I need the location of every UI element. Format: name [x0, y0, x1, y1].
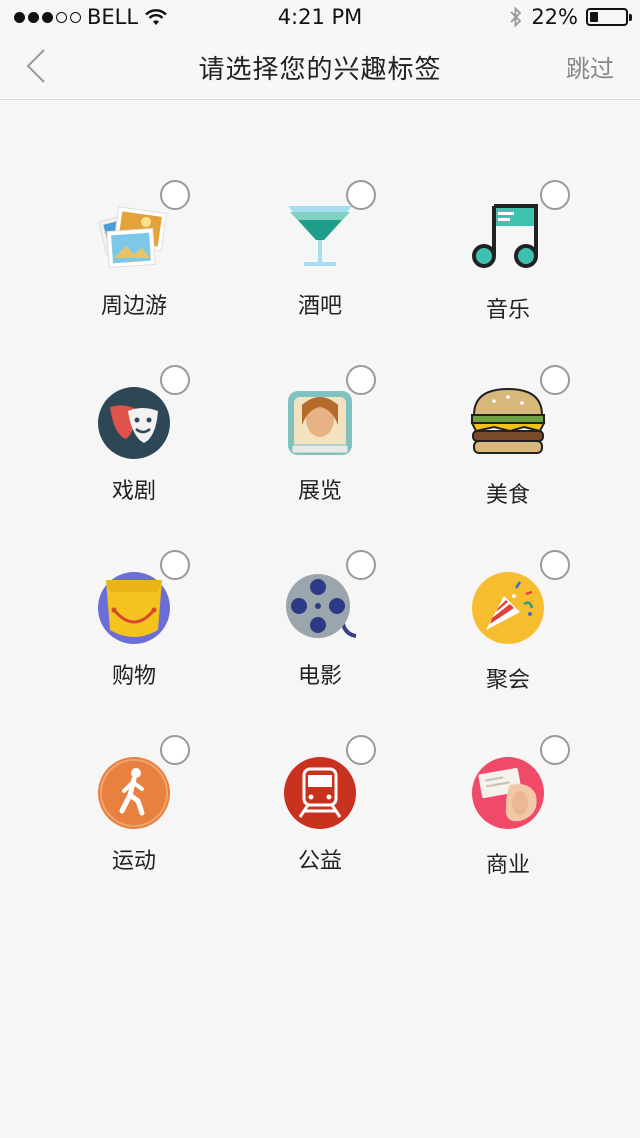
tag-item-sports[interactable]: 运动 — [74, 735, 194, 895]
select-checkbox[interactable] — [160, 735, 190, 765]
select-checkbox[interactable] — [160, 180, 190, 210]
theater-masks-icon — [96, 385, 172, 461]
tag-label: 购物 — [111, 664, 156, 689]
tag-item-bar[interactable]: 酒吧 — [260, 180, 380, 340]
tag-label: 周边游 — [100, 294, 167, 319]
tag-item-charity[interactable]: 公益 — [260, 735, 380, 895]
music-note-icon — [470, 200, 546, 276]
tag-item-food[interactable]: 美食 — [448, 365, 570, 525]
walking-person-icon — [96, 755, 172, 831]
tag-label: 公益 — [297, 849, 342, 874]
party-popper-icon — [470, 570, 546, 646]
select-checkbox[interactable] — [540, 180, 570, 210]
tag-label: 展览 — [297, 479, 342, 504]
tag-item-music[interactable]: 音乐 — [448, 180, 570, 340]
select-checkbox[interactable] — [540, 365, 570, 395]
tag-label: 聚会 — [485, 668, 530, 693]
photos-icon — [96, 200, 172, 276]
tag-item-business[interactable]: 商业 — [448, 735, 570, 895]
tag-label: 音乐 — [485, 298, 530, 323]
business-card-icon — [470, 755, 546, 831]
tag-item-movie[interactable]: 电影 — [260, 550, 380, 710]
battery-icon — [586, 8, 632, 26]
page-title: 请选择您的兴趣标签 — [198, 55, 442, 85]
select-checkbox[interactable] — [160, 365, 190, 395]
tag-label: 运动 — [111, 849, 156, 874]
tag-item-travel[interactable]: 周边游 — [74, 180, 194, 340]
navigation-bar: 请选择您的兴趣标签 跳过 — [0, 34, 640, 100]
select-checkbox[interactable] — [346, 180, 376, 210]
tag-label: 商业 — [485, 853, 530, 878]
select-checkbox[interactable] — [346, 550, 376, 580]
tag-item-party[interactable]: 聚会 — [448, 550, 570, 710]
tag-label: 酒吧 — [297, 294, 342, 319]
bluetooth-icon — [510, 6, 522, 28]
tag-label: 美食 — [485, 483, 530, 508]
exhibition-portrait-icon — [282, 385, 358, 461]
tag-item-drama[interactable]: 戏剧 — [74, 365, 194, 525]
cocktail-icon — [282, 200, 358, 276]
burger-icon — [470, 385, 546, 461]
battery-percent: 22% — [531, 5, 578, 29]
tag-label: 戏剧 — [111, 479, 156, 504]
select-checkbox[interactable] — [540, 550, 570, 580]
select-checkbox[interactable] — [346, 365, 376, 395]
status-bar: BELL 4:21 PM 22% — [0, 0, 640, 34]
tag-item-exhibition[interactable]: 展览 — [260, 365, 380, 525]
select-checkbox[interactable] — [540, 735, 570, 765]
film-reel-icon — [282, 570, 358, 646]
tag-label: 电影 — [297, 664, 342, 689]
select-checkbox[interactable] — [160, 550, 190, 580]
select-checkbox[interactable] — [346, 735, 376, 765]
tag-item-shopping[interactable]: 购物 — [74, 550, 194, 710]
skip-button[interactable]: 跳过 — [566, 49, 614, 84]
shopping-bag-icon — [96, 570, 172, 646]
train-icon — [282, 755, 358, 831]
